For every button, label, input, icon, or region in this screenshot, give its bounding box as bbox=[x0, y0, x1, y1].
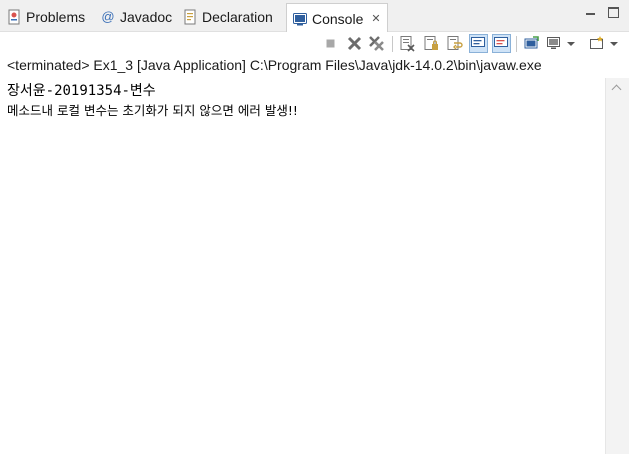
console-toolbar bbox=[0, 32, 629, 54]
minimize-icon[interactable] bbox=[585, 7, 596, 18]
chevron-down-icon[interactable] bbox=[609, 35, 619, 52]
clear-console-icon[interactable] bbox=[399, 35, 416, 52]
pin-console-icon[interactable] bbox=[523, 35, 540, 52]
chevron-down-icon[interactable] bbox=[566, 35, 576, 52]
console-line: 장서윤-20191354-변수 bbox=[7, 83, 156, 99]
vertical-scrollbar[interactable] bbox=[605, 78, 629, 454]
scroll-lock-icon[interactable] bbox=[423, 35, 440, 52]
tab-label: Declaration bbox=[202, 9, 273, 25]
console-line: 메소드내 로컬 변수는 초기화가 되지 않으면 에러 발생!! bbox=[7, 103, 298, 118]
tab-javadoc[interactable]: @ Javadoc bbox=[100, 3, 172, 31]
close-icon[interactable]: ✕ bbox=[371, 12, 380, 25]
tab-declaration[interactable]: Declaration bbox=[182, 3, 273, 31]
tab-label: Problems bbox=[26, 9, 86, 25]
open-console-icon[interactable] bbox=[589, 35, 606, 52]
console-process-label: <terminated> Ex1_3 [Java Application] C:… bbox=[7, 57, 542, 73]
tab-console[interactable]: Console ✕ bbox=[286, 3, 388, 33]
terminate-icon[interactable] bbox=[322, 35, 339, 52]
display-console-icon[interactable] bbox=[546, 35, 563, 52]
console-icon bbox=[292, 11, 308, 27]
toolbar-separator bbox=[516, 36, 517, 52]
show-on-stdout-icon[interactable] bbox=[469, 34, 488, 53]
maximize-icon[interactable] bbox=[608, 7, 619, 18]
toolbar-separator bbox=[392, 36, 393, 52]
tab-problems[interactable]: Problems bbox=[6, 3, 85, 31]
show-on-stderr-icon[interactable] bbox=[492, 34, 511, 53]
javadoc-icon: @ bbox=[101, 9, 115, 24]
remove-launch-icon[interactable] bbox=[346, 35, 363, 52]
tab-label: Javadoc bbox=[120, 9, 173, 25]
view-tab-bar: Problems @ Javadoc Declaration Console ✕ bbox=[0, 0, 629, 33]
remove-all-terminated-icon[interactable] bbox=[368, 35, 385, 52]
problems-icon bbox=[6, 9, 22, 25]
view-window-controls bbox=[585, 7, 619, 18]
word-wrap-icon[interactable] bbox=[446, 35, 463, 52]
declaration-icon bbox=[182, 9, 198, 25]
tab-label: Console bbox=[312, 10, 364, 27]
scroll-up-arrow-icon[interactable] bbox=[610, 82, 624, 94]
console-output[interactable]: 장서윤-20191354-변수 메소드내 로컬 변수는 초기화가 되지 않으면 … bbox=[0, 78, 605, 454]
